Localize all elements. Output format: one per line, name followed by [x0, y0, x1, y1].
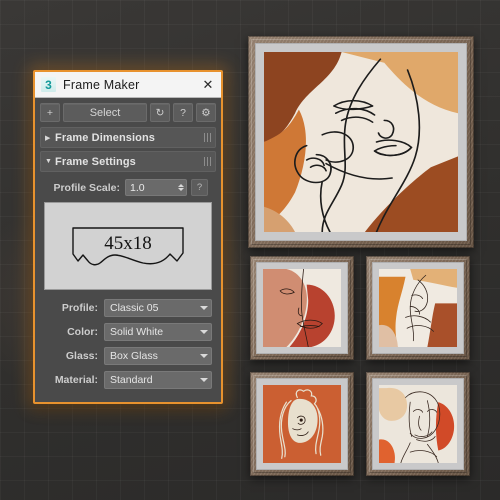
panel-toolbar: + Select ↻ ? ⚙ [40, 103, 216, 122]
artwork-main-portrait [264, 52, 458, 232]
grip-icon [204, 157, 211, 166]
grip-icon [204, 133, 211, 142]
color-value: Solid White [110, 326, 164, 338]
chevron-down-icon [200, 354, 208, 358]
picture-frame-small-top-right [366, 256, 470, 360]
material-dropdown[interactable]: Standard [104, 371, 212, 389]
frame-mat [372, 262, 464, 354]
frame-settings-content: Profile Scale: 1.0 ? 45x18 Profile: Clas… [40, 175, 216, 397]
picture-frame-small-top-left [250, 256, 354, 360]
profile-row: Profile: Classic 05 [42, 299, 214, 317]
profile-scale-value: 1.0 [130, 181, 145, 194]
spinner-arrows-icon[interactable] [178, 184, 184, 191]
glass-label: Glass: [65, 350, 98, 362]
add-button[interactable]: + [40, 103, 60, 122]
profile-scale-stepper[interactable]: 1.0 [125, 179, 187, 196]
rollout-frame-settings[interactable]: ▼ Frame Settings [40, 151, 216, 172]
chevron-down-icon [200, 330, 208, 334]
glass-dropdown[interactable]: Box Glass [104, 347, 212, 365]
gear-icon[interactable]: ⚙ [196, 103, 216, 122]
material-row: Material: Standard [42, 371, 214, 389]
help-icon[interactable]: ? [173, 103, 193, 122]
chevron-down-icon: ▼ [45, 158, 52, 165]
chevron-down-icon [200, 378, 208, 382]
profile-scale-row: Profile Scale: 1.0 ? [42, 179, 214, 196]
rollout-label: Frame Dimensions [55, 131, 156, 144]
profile-dimension-text: 45x18 [104, 233, 152, 254]
picture-frame-small-bot-left [250, 372, 354, 476]
profile-cross-section-icon: 45x18 [72, 227, 184, 266]
refresh-icon[interactable]: ↻ [150, 103, 170, 122]
frame-mat [256, 262, 348, 354]
select-button[interactable]: Select [63, 103, 147, 122]
artwork-small-top-left [263, 269, 341, 347]
glass-row: Glass: Box Glass [42, 347, 214, 365]
frame-maker-panel: 3 Frame Maker ✕ + Select ↻ ? ⚙ ▶ Frame D… [33, 70, 223, 404]
frame-mat [255, 43, 467, 241]
frame-mat [372, 378, 464, 470]
max-logo-icon: 3 [41, 77, 56, 92]
color-row: Color: Solid White [42, 323, 214, 341]
material-label: Material: [54, 374, 98, 386]
chevron-down-icon [200, 306, 208, 310]
profile-dropdown[interactable]: Classic 05 [104, 299, 212, 317]
gallery-wall [240, 28, 488, 480]
picture-frame-small-bot-right [366, 372, 470, 476]
profile-label: Profile: [61, 302, 98, 314]
close-icon[interactable]: ✕ [197, 74, 219, 95]
profile-scale-label: Profile Scale: [53, 181, 120, 194]
artwork-small-top-right [379, 269, 457, 347]
material-value: Standard [110, 374, 153, 386]
color-label: Color: [67, 326, 98, 338]
artwork-small-bot-left [263, 385, 341, 463]
picture-frame-main-portrait [248, 36, 474, 248]
glass-value: Box Glass [110, 350, 158, 362]
rollout-frame-dimensions[interactable]: ▶ Frame Dimensions [40, 127, 216, 148]
artwork-small-bot-right [379, 385, 457, 463]
rollout-label: Frame Settings [55, 155, 136, 168]
profile-value: Classic 05 [110, 302, 159, 314]
panel-title: Frame Maker [63, 77, 140, 92]
profile-scale-help-icon[interactable]: ? [191, 179, 208, 196]
chevron-right-icon: ▶ [45, 134, 51, 142]
viewport: 3 Frame Maker ✕ + Select ↻ ? ⚙ ▶ Frame D… [0, 0, 500, 500]
frame-mat [256, 378, 348, 470]
panel-titlebar[interactable]: 3 Frame Maker ✕ [35, 72, 221, 98]
panel-body: + Select ↻ ? ⚙ ▶ Frame Dimensions ▼ Fram… [35, 98, 221, 402]
color-dropdown[interactable]: Solid White [104, 323, 212, 341]
profile-preview: 45x18 [44, 202, 212, 290]
